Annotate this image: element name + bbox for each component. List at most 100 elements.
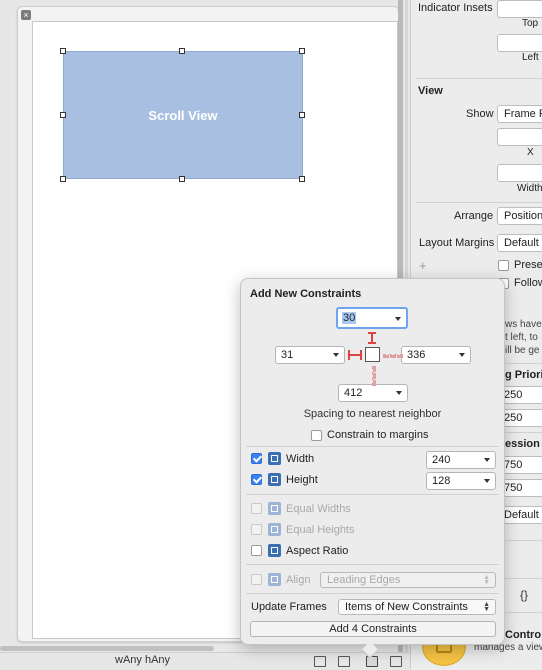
- left-spacing-combo[interactable]: 31: [275, 346, 345, 364]
- right-pin-strut[interactable]: [383, 354, 403, 358]
- indicator-insets-label: Indicator Insets: [418, 2, 493, 14]
- left-pin-cap: [348, 350, 350, 360]
- hugging-priority-header: g Priority: [505, 369, 542, 381]
- top-spacing-combo[interactable]: 30: [336, 307, 408, 329]
- scroll-view[interactable]: Scroll View: [63, 51, 303, 179]
- resize-handle-top-left[interactable]: [60, 48, 66, 54]
- top-spacing-value[interactable]: 30: [342, 312, 357, 324]
- layout-margins-label: Layout Margins: [419, 237, 495, 249]
- frame-x-field[interactable]: [497, 128, 542, 146]
- arrange-label: Arrange: [454, 210, 494, 222]
- inset-left-label: Left: [522, 52, 539, 63]
- add-constraints-button[interactable]: Add 4 Constraints: [250, 621, 496, 637]
- height-combo[interactable]: 128: [426, 472, 496, 490]
- description-line-2: t left, to: [505, 332, 538, 343]
- equal-heights-checkbox[interactable]: [251, 524, 262, 535]
- pin-icon[interactable]: [366, 656, 378, 667]
- horizontal-scrollbar[interactable]: [0, 646, 214, 651]
- equal-heights-icon: [268, 523, 281, 536]
- up-down-arrows-icon: ▲ ▼: [483, 601, 490, 613]
- divider: [246, 593, 499, 594]
- divider: [246, 494, 499, 495]
- update-frames-label: Update Frames: [251, 601, 327, 613]
- show-select[interactable]: Frame Rectangle: [497, 105, 542, 123]
- chevron-down-icon[interactable]: [333, 353, 339, 357]
- equal-widths-checkbox[interactable]: [251, 503, 262, 514]
- arrange-select[interactable]: Position View: [497, 207, 542, 225]
- aspect-ratio-checkbox[interactable]: [251, 545, 262, 556]
- resize-handle-bottom-right[interactable]: [299, 176, 305, 182]
- aspect-ratio-icon: [268, 544, 281, 557]
- code-snippet-braces-icon[interactable]: {}: [520, 588, 528, 602]
- selected-view-indicator: [365, 347, 380, 362]
- size-class-toggle[interactable]: wAny hAny: [115, 654, 170, 666]
- chevron-down-icon[interactable]: [459, 353, 465, 357]
- resize-handle-left[interactable]: [60, 112, 66, 118]
- resize-handle-bottom-left[interactable]: [60, 176, 66, 182]
- width-combo[interactable]: 240: [426, 451, 496, 469]
- divider: [246, 446, 499, 447]
- bottom-pin-strut[interactable]: [372, 366, 376, 386]
- align-label: Align: [286, 574, 311, 586]
- equal-widths-icon: [268, 502, 281, 515]
- description-line-1: ws have: [505, 319, 542, 330]
- aspect-ratio-label: Aspect Ratio: [286, 545, 349, 557]
- add-variation-plus[interactable]: +: [419, 258, 427, 273]
- close-scene-icon[interactable]: ×: [21, 10, 31, 20]
- chevron-down-icon[interactable]: [396, 391, 402, 395]
- align-checkbox[interactable]: [251, 574, 262, 585]
- top-pin-cap: [368, 332, 376, 334]
- bottom-spacing-value[interactable]: 412: [344, 387, 362, 399]
- stack-icon[interactable]: [314, 656, 326, 667]
- right-spacing-combo[interactable]: 336: [401, 346, 471, 364]
- inset-top-label: Top: [522, 18, 539, 29]
- right-spacing-value[interactable]: 336: [407, 349, 425, 361]
- chevron-down-icon[interactable]: [484, 479, 490, 483]
- align-edges-icon: [268, 573, 281, 586]
- preserve-margins-label: Preserve Superview Margins: [514, 259, 542, 271]
- align-popup-value: Leading Edges: [327, 574, 401, 586]
- chevron-down-icon[interactable]: [395, 317, 401, 321]
- description-line-3: ill be ge: [505, 345, 540, 356]
- spacing-caption: Spacing to nearest neighbor: [303, 408, 442, 420]
- inset-top-field[interactable]: [497, 0, 542, 18]
- width-value[interactable]: 240: [432, 454, 450, 466]
- resize-handle-right[interactable]: [299, 112, 305, 118]
- resize-handle-bottom[interactable]: [179, 176, 185, 182]
- library-item-title: Contro: [505, 629, 542, 641]
- bottom-spacing-combo[interactable]: 412: [338, 384, 408, 402]
- layout-margins-select[interactable]: Default: [497, 234, 542, 252]
- height-checkbox[interactable]: [251, 474, 262, 485]
- resolve-issues-icon[interactable]: [390, 656, 402, 667]
- constrain-margins-checkbox[interactable]: [311, 430, 322, 441]
- height-constraint-icon: [268, 473, 281, 486]
- update-frames-value: Items of New Constraints: [345, 601, 468, 613]
- width-checkbox[interactable]: [251, 453, 262, 464]
- follow-readable-label: Follow Readable Width: [514, 277, 542, 289]
- frame-width-label: Width: [517, 183, 542, 194]
- align-icon[interactable]: [338, 656, 350, 667]
- left-pin-cap: [360, 350, 362, 360]
- show-label: Show: [466, 108, 494, 120]
- resize-handle-top[interactable]: [179, 48, 185, 54]
- popover-title: Add New Constraints: [250, 288, 362, 300]
- frame-x-label: X: [527, 147, 534, 158]
- chevron-down-icon[interactable]: [484, 458, 490, 462]
- compression-resistance-header: ession R: [505, 438, 542, 450]
- resize-handle-top-right[interactable]: [299, 48, 305, 54]
- preserve-margins-checkbox[interactable]: [498, 260, 509, 271]
- left-spacing-value[interactable]: 31: [281, 349, 293, 361]
- width-constraint-icon: [268, 452, 281, 465]
- constrain-margins-label: Constrain to margins: [327, 429, 429, 441]
- frame-width-field[interactable]: [497, 164, 542, 182]
- align-popup[interactable]: Leading Edges ▲ ▼: [320, 572, 496, 588]
- divider: [246, 564, 499, 565]
- height-value[interactable]: 128: [432, 475, 450, 487]
- up-down-arrows-icon: ▲ ▼: [483, 574, 490, 586]
- equal-widths-label: Equal Widths: [286, 503, 351, 515]
- divider: [416, 202, 542, 203]
- inset-left-field[interactable]: [497, 34, 542, 52]
- width-label: Width: [286, 453, 315, 465]
- equal-heights-label: Equal Heights: [286, 524, 355, 536]
- update-frames-popup[interactable]: Items of New Constraints ▲ ▼: [338, 599, 496, 615]
